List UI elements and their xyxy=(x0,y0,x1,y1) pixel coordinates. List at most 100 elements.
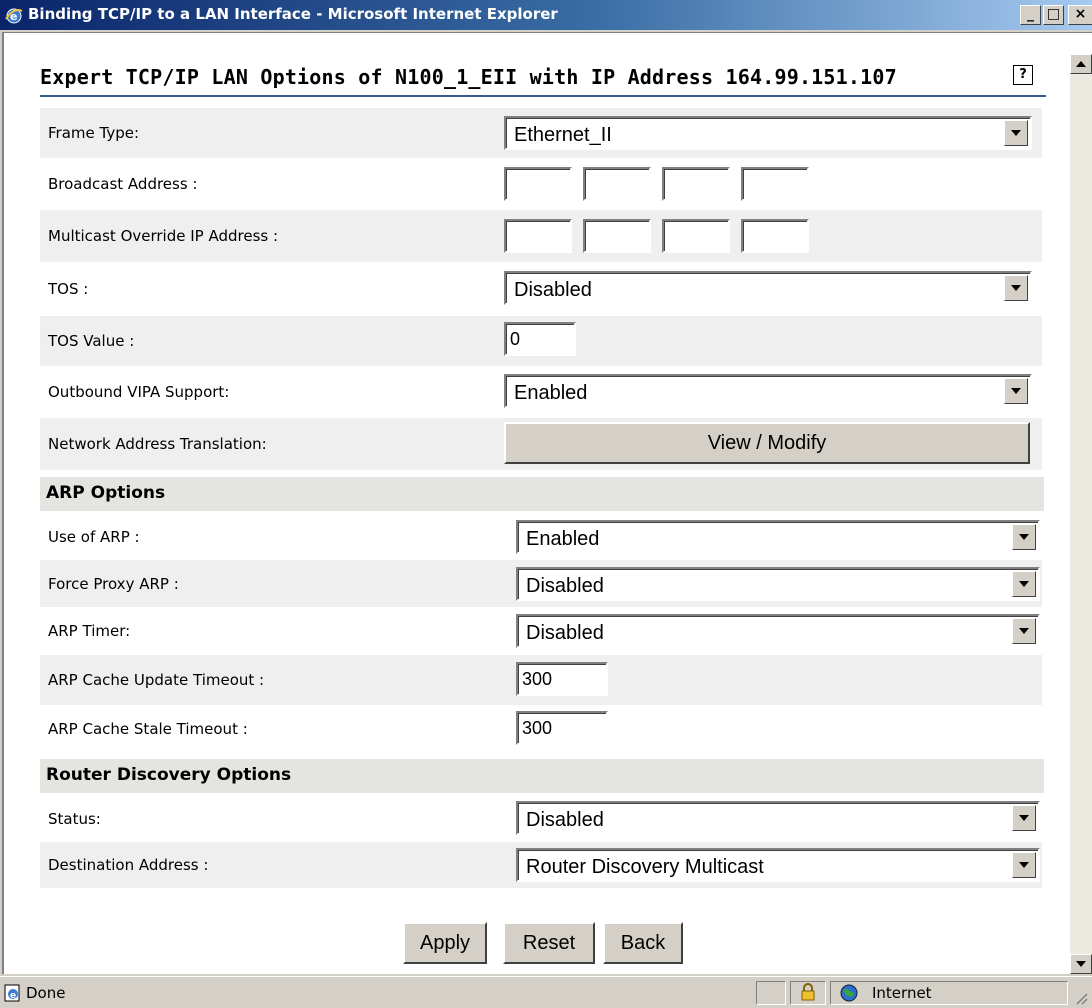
use-of-arp-select[interactable]: Enabled xyxy=(516,520,1040,554)
browser-window: e Binding TCP/IP to a LAN Interface - Mi… xyxy=(0,0,1092,1008)
arrow-up-icon xyxy=(1076,61,1086,67)
use-of-arp-row: Use of ARP : Enabled xyxy=(40,513,1042,560)
broadcast-octet-2[interactable] xyxy=(583,167,651,201)
dropdown-button[interactable] xyxy=(1012,618,1036,644)
arrow-down-icon xyxy=(1076,961,1086,967)
arp-timer-select[interactable]: Disabled xyxy=(516,614,1040,648)
dropdown-button[interactable] xyxy=(1012,571,1036,597)
dropdown-button[interactable] xyxy=(1004,275,1028,301)
force-proxy-arp-label: Force Proxy ARP : xyxy=(48,574,179,593)
zone-label: Internet xyxy=(872,984,932,1002)
tos-value: Disabled xyxy=(514,279,592,301)
globe-icon xyxy=(840,984,858,1002)
dropdown-button[interactable] xyxy=(1004,120,1028,146)
resize-grip-icon[interactable] xyxy=(1072,989,1088,1005)
arp-cache-update-row: ARP Cache Update Timeout : 300 xyxy=(40,655,1042,705)
frame-type-value: Ethernet_II xyxy=(514,124,612,146)
arp-options-title: ARP Options xyxy=(46,483,166,503)
frame-type-label: Frame Type: xyxy=(48,124,140,142)
svg-text:e: e xyxy=(10,991,16,1001)
broadcast-octet-1[interactable] xyxy=(504,167,572,201)
arp-timer-value: Disabled xyxy=(526,622,604,644)
rd-destination-select[interactable]: Router Discovery Multicast xyxy=(516,848,1040,882)
force-proxy-arp-value: Disabled xyxy=(526,575,604,597)
page-done-icon: e xyxy=(4,984,20,1002)
vertical-scrollbar[interactable] xyxy=(1070,54,1092,974)
ie-logo-icon: e xyxy=(5,8,23,24)
chevron-down-icon xyxy=(1019,534,1029,540)
arp-timer-row: ARP Timer: Disabled xyxy=(40,607,1042,655)
tos-select[interactable]: Disabled xyxy=(504,271,1032,305)
reset-button[interactable]: Reset xyxy=(503,922,595,964)
rd-status-row: Status: Disabled xyxy=(40,795,1042,842)
status-pane xyxy=(756,981,786,1005)
rd-destination-label: Destination Address : xyxy=(48,856,209,874)
multicast-octet-4[interactable] xyxy=(741,219,809,253)
heading-divider xyxy=(40,95,1046,97)
broadcast-address-row: Broadcast Address : xyxy=(40,158,1042,210)
chevron-down-icon xyxy=(1019,862,1029,868)
frame-type-row: Frame Type: Ethernet_II xyxy=(40,108,1042,158)
maximize-button[interactable]: □ xyxy=(1043,5,1064,25)
use-of-arp-value: Enabled xyxy=(526,528,600,550)
chevron-down-icon xyxy=(1011,285,1021,291)
scroll-up-button[interactable] xyxy=(1070,54,1092,74)
arp-options-header: ARP Options xyxy=(40,477,1044,511)
rd-status-select[interactable]: Disabled xyxy=(516,801,1040,835)
tos-value-label: TOS Value : xyxy=(48,332,135,350)
outbound-vipa-select[interactable]: Enabled xyxy=(504,374,1032,408)
security-pane xyxy=(790,981,826,1005)
chevron-down-icon xyxy=(1011,388,1021,394)
arp-timer-label: ARP Timer: xyxy=(48,622,131,640)
tos-value-input[interactable]: 0 xyxy=(504,322,576,356)
zone-pane xyxy=(830,981,1068,1005)
help-icon[interactable]: ? xyxy=(1013,65,1033,85)
status-text: Done xyxy=(26,984,66,1002)
router-discovery-title: Router Discovery Options xyxy=(46,765,292,785)
back-button[interactable]: Back xyxy=(603,922,683,964)
tos-value-row: TOS Value : 0 xyxy=(40,316,1042,366)
dropdown-button[interactable] xyxy=(1004,378,1028,404)
chevron-down-icon xyxy=(1011,130,1021,136)
multicast-octet-3[interactable] xyxy=(662,219,730,253)
title-bar[interactable]: e Binding TCP/IP to a LAN Interface - Mi… xyxy=(0,0,1092,30)
nat-row: Network Address Translation: View / Modi… xyxy=(40,418,1042,470)
window-title: Binding TCP/IP to a LAN Interface - Micr… xyxy=(28,5,558,23)
dropdown-button[interactable] xyxy=(1012,805,1036,831)
broadcast-address-label: Broadcast Address : xyxy=(48,175,198,193)
use-of-arp-label: Use of ARP : xyxy=(48,527,140,546)
arp-cache-update-input[interactable]: 300 xyxy=(516,662,608,696)
dropdown-button[interactable] xyxy=(1012,524,1036,550)
close-button[interactable]: × xyxy=(1068,5,1092,25)
outbound-vipa-row: Outbound VIPA Support: Enabled xyxy=(40,366,1042,418)
page-title: Expert TCP/IP LAN Options of N100_1_EII … xyxy=(40,65,897,89)
arp-cache-stale-input[interactable]: 300 xyxy=(516,711,608,745)
arp-cache-stale-row: ARP Cache Stale Timeout : 300 xyxy=(40,705,1042,753)
minimize-button[interactable]: _ xyxy=(1020,5,1041,25)
broadcast-octet-4[interactable] xyxy=(741,167,809,201)
tos-row: TOS : Disabled xyxy=(40,262,1042,316)
view-modify-button[interactable]: View / Modify xyxy=(504,422,1030,464)
chevron-down-icon xyxy=(1019,581,1029,587)
frame-type-select[interactable]: Ethernet_II xyxy=(504,116,1032,150)
multicast-override-row: Multicast Override IP Address : xyxy=(40,210,1042,262)
lock-icon xyxy=(801,983,815,1001)
rd-destination-value: Router Discovery Multicast xyxy=(526,856,764,878)
scroll-down-button[interactable] xyxy=(1070,954,1092,974)
outbound-vipa-value: Enabled xyxy=(514,382,588,404)
multicast-octet-2[interactable] xyxy=(583,219,651,253)
broadcast-octet-3[interactable] xyxy=(662,167,730,201)
chevron-down-icon xyxy=(1019,815,1029,821)
rd-status-label: Status: xyxy=(48,809,101,828)
dropdown-button[interactable] xyxy=(1012,852,1036,878)
apply-button[interactable]: Apply xyxy=(403,922,487,964)
multicast-octet-1[interactable] xyxy=(504,219,572,253)
nat-label: Network Address Translation: xyxy=(48,435,267,453)
tos-label: TOS : xyxy=(48,280,89,298)
multicast-override-label: Multicast Override IP Address : xyxy=(48,227,279,245)
force-proxy-arp-select[interactable]: Disabled xyxy=(516,567,1040,601)
router-discovery-header: Router Discovery Options xyxy=(40,759,1044,793)
status-bar: e Done Internet xyxy=(0,976,1092,1008)
chevron-down-icon xyxy=(1019,628,1029,634)
arp-cache-stale-label: ARP Cache Stale Timeout : xyxy=(48,720,248,738)
